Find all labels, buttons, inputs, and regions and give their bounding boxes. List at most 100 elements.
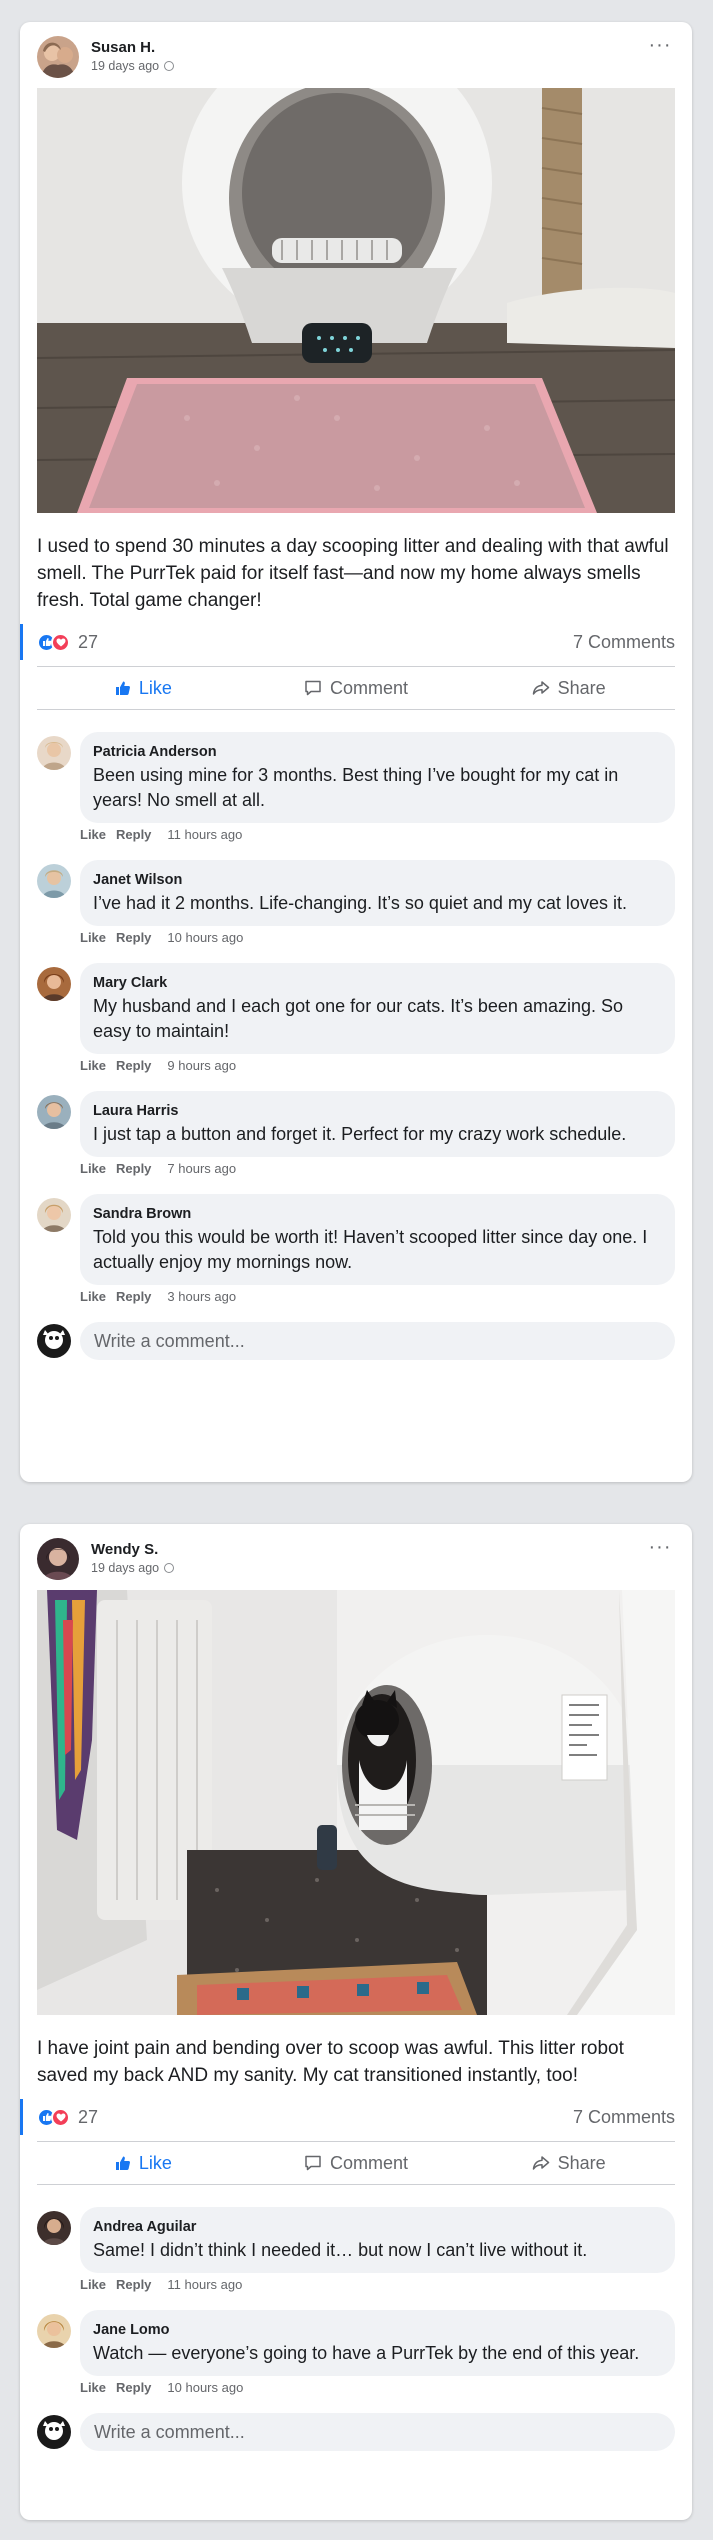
comment-icon [305,680,321,696]
comment-reply-link[interactable]: Reply [116,1161,151,1176]
more-options-icon[interactable]: ··· [645,35,675,62]
comment-button[interactable]: Comment [250,2142,463,2184]
comments-list: Andrea Aguilar Same! I didn’t think I ne… [37,2185,675,2451]
comment-time[interactable]: 10 hours ago [167,2380,243,2395]
commenter-name[interactable]: Laura Harris [93,1101,661,1121]
commenter-avatar[interactable] [37,2211,71,2245]
reaction-count: 27 [78,2106,99,2127]
comment-like-link[interactable]: Like [80,1161,106,1176]
comment-time[interactable]: 11 hours ago [167,827,242,842]
comment-text: I just tap a button and forget it. Perfe… [93,1124,627,1144]
comment: Sandra Brown Told you this would be wort… [37,1194,675,1304]
comment-bubble: Patricia Anderson Been using mine for 3 … [80,732,675,823]
post-caption: I used to spend 30 minutes a day scoopin… [37,536,669,611]
share-label: Share [557,677,606,698]
comment-input[interactable] [80,2413,675,2451]
comment-label: Comment [329,677,409,698]
comment: Laura Harris I just tap a button and for… [37,1091,675,1176]
comment-text: My husband and I each got one for our ca… [93,996,623,1041]
commenter-avatar[interactable] [37,1198,71,1232]
comments-count[interactable]: 7 Comments [573,632,675,653]
author-name[interactable]: Susan H. [91,38,174,58]
comment-time[interactable]: 9 hours ago [167,1058,236,1073]
commenter-avatar[interactable] [37,864,71,898]
comment-button[interactable]: Comment [250,667,463,709]
comment-reply-link[interactable]: Reply [116,930,151,945]
comment: Patricia Anderson Been using mine for 3 … [37,732,675,842]
post-header: Wendy S. 19 days ago ··· [37,1524,675,1590]
comments-list: Patricia Anderson Been using mine for 3 … [37,710,675,1360]
post-card: Wendy S. 19 days ago ··· I have joint pa… [20,1524,692,2520]
comment-like-link[interactable]: Like [80,827,106,842]
commenter-avatar[interactable] [37,736,71,770]
comment-reply-link[interactable]: Reply [116,1058,151,1073]
viewer-avatar [37,2415,71,2449]
post-time[interactable]: 19 days ago [91,58,159,74]
globe-icon [164,61,175,71]
comment-bubble: Mary Clark My husband and I each got one… [80,963,675,1054]
commenter-name[interactable]: Sandra Brown [93,1204,661,1224]
comment-text: Been using mine for 3 months. Best thing… [93,765,619,810]
comment-bubble: Jane Lomo Watch — everyone’s going to ha… [80,2310,675,2376]
post-header: Susan H. 19 days ago ··· [37,22,675,88]
comments-count[interactable]: 7 Comments [573,2107,675,2128]
comment-like-link[interactable]: Like [80,2380,106,2395]
commenter-name[interactable]: Patricia Anderson [93,742,661,762]
share-label: Share [557,2152,606,2173]
comment-time[interactable]: 7 hours ago [167,1161,236,1176]
comment-reply-link[interactable]: Reply [116,2380,151,2395]
post-stats: 27 7 Comments [20,2097,675,2137]
post-stats: 27 7 Comments [20,622,675,662]
author-name[interactable]: Wendy S. [91,1540,174,1560]
comment-bubble: Janet Wilson I’ve had it 2 months. Life-… [80,860,675,926]
commenter-avatar[interactable] [37,1095,71,1129]
comment-like-link[interactable]: Like [80,1289,106,1304]
comment-like-link[interactable]: Like [80,2277,106,2292]
globe-icon [164,1563,175,1573]
post-actions: Like Comment Share [37,666,675,710]
focus-indicator [20,624,23,660]
commenter-name[interactable]: Jane Lomo [93,2320,661,2340]
post-actions: Like Comment Share [37,2141,675,2185]
comment: Jane Lomo Watch — everyone’s going to ha… [37,2310,675,2395]
comment-input[interactable] [80,1322,675,1360]
comment-text: Told you this would be worth it! Haven’t… [93,1227,648,1272]
commenter-avatar[interactable] [37,967,71,1001]
comment-time[interactable]: 10 hours ago [167,930,243,945]
share-button[interactable]: Share [462,2142,675,2184]
love-reaction-icon [51,632,70,652]
commenter-name[interactable]: Andrea Aguilar [93,2217,661,2237]
share-button[interactable]: Share [462,667,675,709]
post-time[interactable]: 19 days ago [91,1560,159,1576]
comment-time[interactable]: 11 hours ago [167,2277,242,2292]
comment-reply-link[interactable]: Reply [116,827,151,842]
commenter-name[interactable]: Mary Clark [93,973,661,993]
comment-like-link[interactable]: Like [80,1058,106,1073]
reaction-count: 27 [78,631,99,652]
comment-label: Comment [329,2152,409,2173]
share-icon [532,2156,549,2170]
commenter-avatar[interactable] [37,2314,71,2348]
viewer-avatar [37,1324,71,1358]
comment-reply-link[interactable]: Reply [116,2277,151,2292]
comment-like-link[interactable]: Like [80,930,106,945]
commenter-name[interactable]: Janet Wilson [93,870,661,890]
author-avatar[interactable] [37,36,79,78]
comment-bubble: Andrea Aguilar Same! I didn’t think I ne… [80,2207,675,2273]
comment-text: Watch — everyone’s going to have a PurrT… [93,2343,640,2363]
more-options-icon[interactable]: ··· [645,1537,675,1564]
thumbs-up-icon [115,681,130,695]
post-photo[interactable] [37,88,675,513]
comment-icon [305,2155,321,2171]
comment-reply-link[interactable]: Reply [116,1289,151,1304]
write-comment-row [37,2413,675,2451]
author-avatar[interactable] [37,1538,79,1580]
comment: Andrea Aguilar Same! I didn’t think I ne… [37,2207,675,2292]
like-button[interactable]: Like [37,667,250,709]
like-button[interactable]: Like [37,2142,250,2184]
reactions[interactable]: 27 [37,2107,98,2128]
love-reaction-icon [51,2107,70,2127]
reactions[interactable]: 27 [37,632,98,653]
post-photo[interactable] [37,1590,675,2015]
comment-time[interactable]: 3 hours ago [167,1289,236,1304]
